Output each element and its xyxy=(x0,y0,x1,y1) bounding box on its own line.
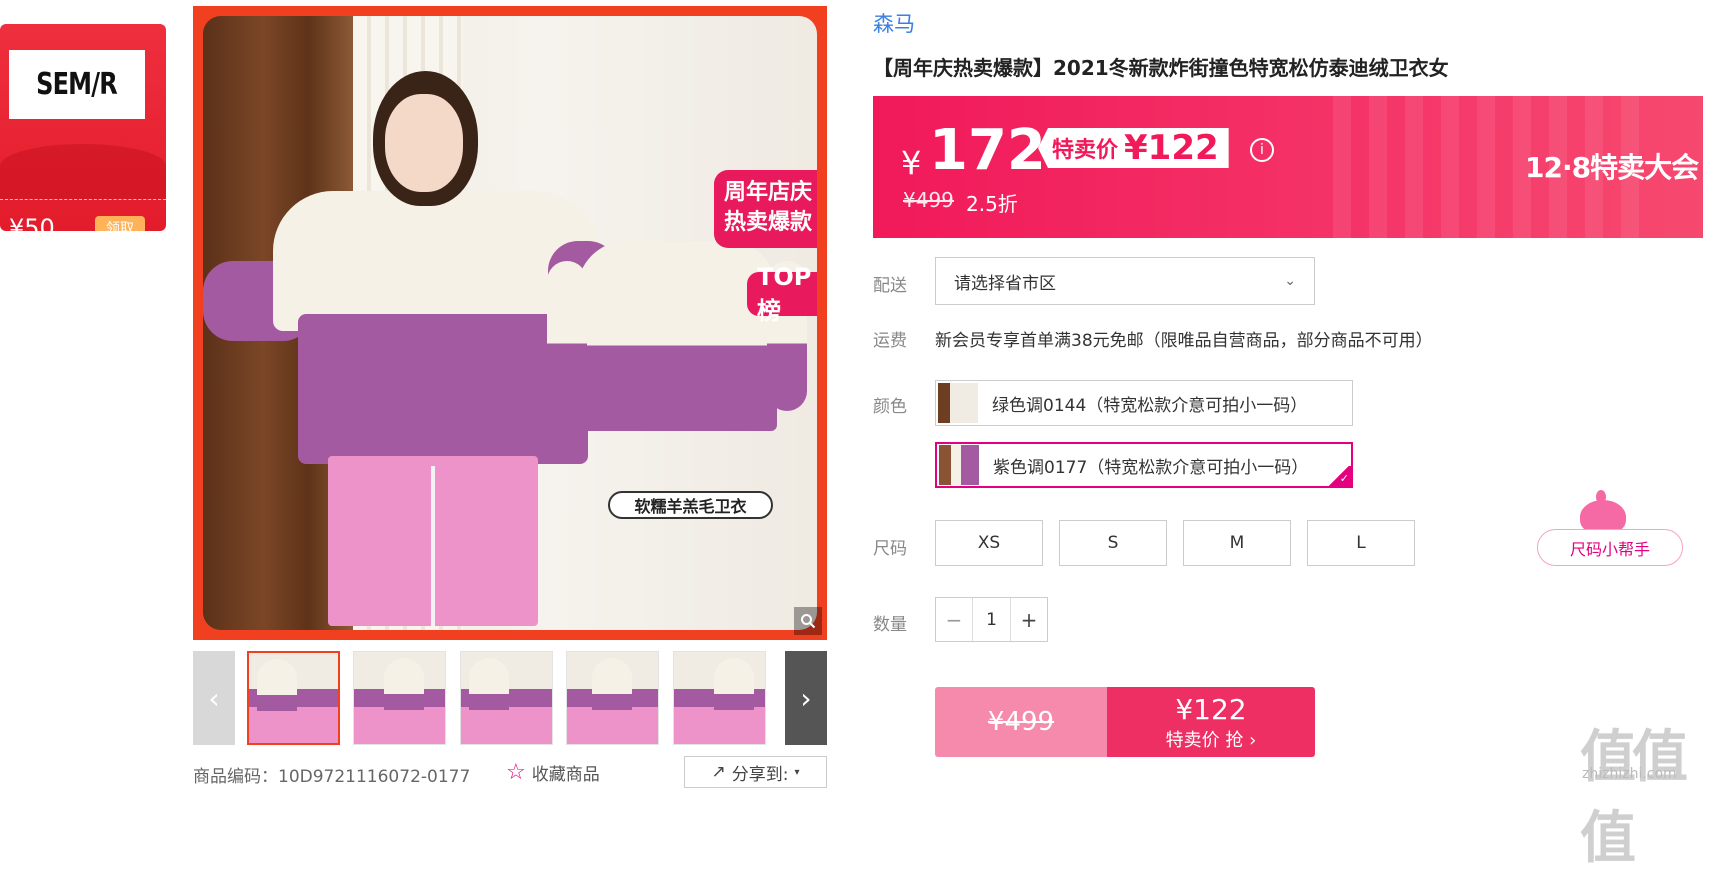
share-label: 分享到: xyxy=(731,764,789,785)
share-dropdown[interactable]: ↗ 分享到: ▾ xyxy=(684,756,827,788)
favorite-label: 收藏商品 xyxy=(531,765,600,785)
thumbnail-3[interactable] xyxy=(460,651,553,745)
top-list-tag: TOP榜 xyxy=(747,263,817,325)
buy-now-button[interactable]: ¥122 特卖价 抢 › xyxy=(1107,687,1315,757)
product-title: 【周年庆热卖爆款】2021冬新款炸街撞色特宽松仿泰迪绒卫衣女 xyxy=(873,56,1449,80)
flat-lay-sweatshirt xyxy=(547,241,807,431)
model-pants xyxy=(328,456,538,626)
product-code: 商品编码：10D9721116072-0177 xyxy=(193,762,470,787)
freight-label: 运费 xyxy=(873,331,907,351)
quantity-stepper: − 1 + xyxy=(935,597,1048,642)
chevron-left-icon[interactable]: ‹ xyxy=(193,651,235,745)
coupon-divider xyxy=(0,199,166,200)
product-code-label: 商品编码： xyxy=(193,767,278,787)
product-code-value: 10D9721116072-0177 xyxy=(278,767,471,787)
chevron-down-icon: ⌄ xyxy=(1284,273,1296,289)
discount-rate: 2.5折 xyxy=(966,192,1018,216)
color-option-label: 紫色调0177（特宽松款介意可拍小一码） xyxy=(993,457,1309,478)
quantity-label: 数量 xyxy=(873,615,907,635)
magnifier-icon[interactable] xyxy=(794,607,822,635)
buy-price: ¥122 xyxy=(1175,692,1247,726)
star-icon: ☆ xyxy=(506,760,526,785)
special-price-label: 特卖价 xyxy=(1052,138,1119,163)
model-sweatshirt-bottom xyxy=(298,314,588,464)
color-swatch-purple xyxy=(939,445,979,485)
current-price: 172 xyxy=(929,118,1046,183)
brand-coupon[interactable]: SEM/R ¥50 领取 xyxy=(0,24,166,231)
special-price-tag: 特卖价 ¥122 xyxy=(1038,128,1229,168)
special-price-value: ¥122 xyxy=(1124,128,1219,168)
chevron-right-icon[interactable]: › xyxy=(785,651,827,745)
main-product-image[interactable]: 周年店庆 热卖爆款 TOP榜 软糯羊羔毛卫衣 xyxy=(193,6,827,640)
promo-line-1: 周年店庆 xyxy=(724,180,813,205)
coupon-amount: ¥50 xyxy=(9,214,55,231)
brand-link[interactable]: 森马 xyxy=(873,8,915,38)
freight-text: 新会员专享首单满38元免邮（限唯品自营商品，部分商品不可用） xyxy=(935,331,1433,351)
plus-icon[interactable]: + xyxy=(1011,598,1047,641)
favorite-button[interactable]: ☆ 收藏商品 xyxy=(506,760,600,785)
size-option-l[interactable]: L xyxy=(1307,520,1415,566)
brand-logo: SEM/R xyxy=(9,50,145,119)
event-name: 12·8特卖大会 xyxy=(1525,151,1699,184)
price-banner: ¥ 172 特卖价 ¥122 i ¥499 2.5折 12·8特卖大会 xyxy=(873,96,1703,238)
delivery-region-select[interactable]: 请选择省市区 ⌄ xyxy=(935,257,1315,305)
thumbnail-2[interactable] xyxy=(353,651,446,745)
original-price: ¥499 xyxy=(903,188,954,212)
promo-line-2: 热卖爆款 xyxy=(724,210,813,235)
product-photo: 周年店庆 热卖爆款 TOP榜 软糯羊羔毛卫衣 xyxy=(203,16,817,630)
color-option-label: 绿色调0144（特宽松款介意可拍小一码） xyxy=(992,395,1308,416)
quantity-input[interactable]: 1 xyxy=(972,598,1011,641)
caret-down-icon: ▾ xyxy=(794,766,800,778)
info-icon[interactable]: i xyxy=(1250,138,1274,162)
size-option-s[interactable]: S xyxy=(1059,520,1167,566)
share-icon: ↗ xyxy=(711,762,726,782)
size-label: 尺码 xyxy=(873,539,907,559)
size-option-m[interactable]: M xyxy=(1183,520,1291,566)
product-caption: 软糯羊羔毛卫衣 xyxy=(608,491,773,519)
anniversary-promo-tag: 周年店庆 热卖爆款 xyxy=(714,170,817,248)
thumbnail-1[interactable] xyxy=(247,651,340,745)
buy-original-price: ¥499 xyxy=(935,687,1107,757)
color-option-purple[interactable]: 紫色调0177（特宽松款介意可拍小一码） ✓ xyxy=(935,442,1353,488)
minus-icon[interactable]: − xyxy=(936,598,972,641)
delivery-label: 配送 xyxy=(873,276,907,296)
color-option-green[interactable]: 绿色调0144（特宽松款介意可拍小一码） xyxy=(935,380,1353,426)
model-face xyxy=(385,94,463,192)
coupon-wave-decoration xyxy=(0,144,166,199)
thumbnail-4[interactable] xyxy=(566,651,659,745)
site-watermark: 值值值 xyxy=(1580,725,1688,871)
delivery-select-value: 请选择省市区 xyxy=(954,273,1056,294)
coupon-claim-button[interactable]: 领取 xyxy=(95,216,145,231)
brand-logo-text: SEM/R xyxy=(36,67,119,102)
site-watermark-url: zhizhizhi.com xyxy=(1582,766,1677,782)
check-icon: ✓ xyxy=(1327,466,1351,486)
thumbnail-5[interactable] xyxy=(673,651,766,745)
size-helper-button[interactable]: 尺码小帮手 xyxy=(1537,529,1683,566)
color-swatch-green xyxy=(938,383,978,423)
color-label: 颜色 xyxy=(873,397,907,417)
size-option-xs[interactable]: XS xyxy=(935,520,1043,566)
buy-action-label: 特卖价 抢 › xyxy=(1165,729,1257,751)
currency-symbol: ¥ xyxy=(901,144,922,182)
